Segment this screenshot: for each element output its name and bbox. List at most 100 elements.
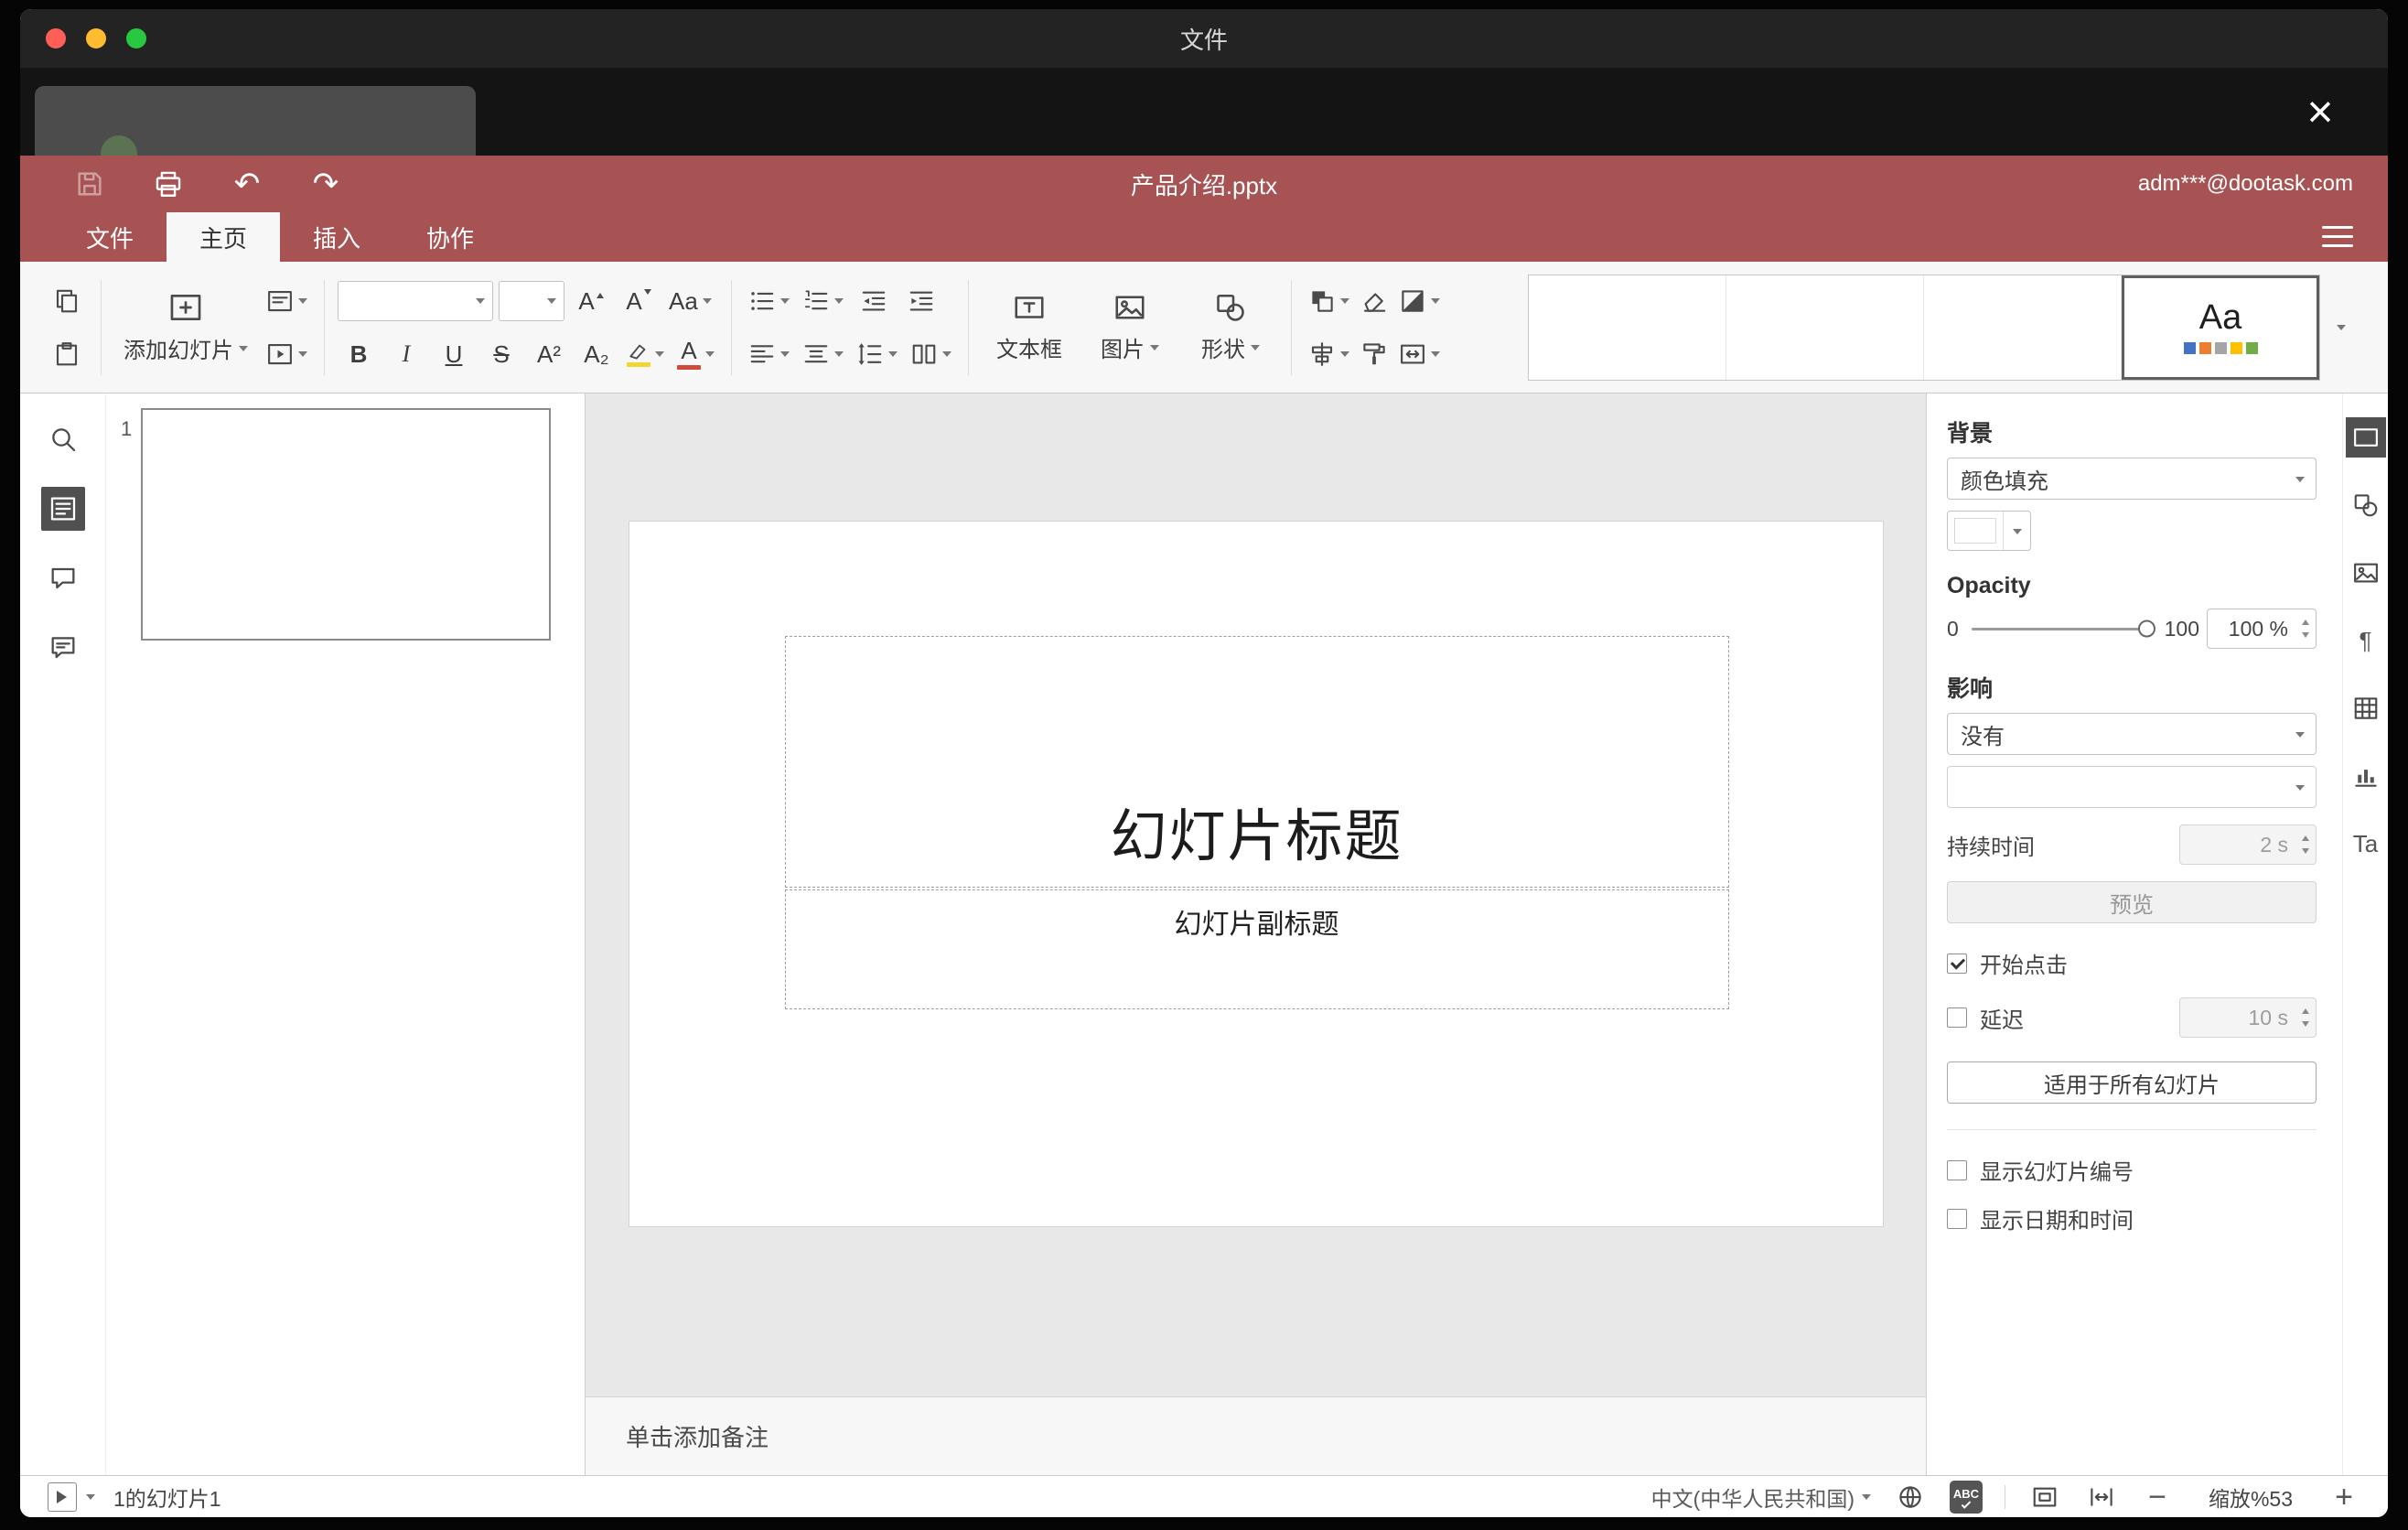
slide-thumbnail[interactable] [141,408,551,641]
increase-font-button[interactable]: A [570,280,612,322]
font-size-combo[interactable] [499,280,564,321]
columns-button[interactable] [907,333,955,375]
delay-checkbox[interactable] [1947,1007,1967,1028]
title-placeholder[interactable]: 幻灯片标题 [784,636,1729,888]
language-selector[interactable]: 中文(中华人民共和国) [1651,1482,1871,1513]
transition-variant-select[interactable] [1947,766,2317,808]
italic-button[interactable]: I [385,333,427,375]
search-button[interactable] [41,417,85,461]
insert-shape-button[interactable]: 形状 [1183,276,1278,379]
start-on-click-checkbox[interactable] [1947,953,1967,974]
window-close-button[interactable] [46,28,66,48]
start-slideshow-status-button[interactable] [48,1482,77,1512]
tab-collaboration[interactable]: 协作 [393,212,507,262]
theme-gallery-expand-button[interactable] [2320,275,2362,381]
underline-button[interactable]: U [433,333,475,375]
increase-indent-button[interactable] [900,280,942,322]
theme-option-selected[interactable]: Aa [2122,275,2319,380]
text-box-button[interactable]: 文本框 [982,276,1077,379]
change-case-button[interactable]: Aa [665,280,715,322]
fit-to-width-button[interactable] [2084,1480,2119,1514]
theme-option-1[interactable] [1529,275,1726,380]
line-spacing-button[interactable] [853,333,901,375]
delay-input[interactable]: 10 s [2179,997,2317,1038]
fill-color-button[interactable] [1395,280,1444,322]
slide-layout-button[interactable] [263,280,311,322]
align-shapes-button[interactable] [1305,333,1353,375]
start-slideshow-button[interactable] [263,333,311,375]
spinner-arrows[interactable] [2302,616,2309,641]
slide[interactable]: 幻灯片标题 幻灯片副标题 [629,522,1883,1226]
comments-button[interactable] [41,556,85,600]
bold-button[interactable]: B [338,333,380,375]
close-button[interactable]: × [2296,88,2344,135]
copy-style-button[interactable] [1353,333,1395,375]
vertical-align-button[interactable] [799,333,847,375]
notes-area[interactable]: 单击添加备注 [586,1396,1926,1475]
color-picker-expand[interactable] [2003,512,2030,550]
spinner-arrows[interactable] [2302,1005,2309,1030]
add-slide-button[interactable]: 添加幻灯片 [114,276,257,379]
slides-panel-button[interactable] [40,487,85,531]
bullets-button[interactable] [745,280,793,322]
shape-settings-button[interactable] [2346,485,2386,525]
print-button[interactable] [150,166,187,202]
theme-option-3[interactable] [1924,275,2122,380]
superscript-button[interactable]: A² [528,333,570,375]
chat-button[interactable] [41,626,85,670]
font-name-combo[interactable] [338,280,493,321]
slide-canvas[interactable]: 幻灯片标题 幻灯片副标题 [586,393,1926,1396]
redo-button[interactable]: ↷ [307,166,344,202]
table-settings-button[interactable] [2346,688,2386,728]
show-slide-number-checkbox[interactable] [1947,1159,1967,1180]
highlight-color-button[interactable] [623,333,668,375]
slide-settings-button[interactable] [2345,417,2386,458]
opacity-slider[interactable] [1971,620,2155,638]
paragraph-settings-button[interactable]: ¶ [2346,620,2386,661]
zoom-in-button[interactable]: + [2327,1482,2360,1513]
undo-button[interactable]: ↶ [229,166,265,202]
horizontal-align-button[interactable] [745,333,793,375]
image-settings-button[interactable] [2346,553,2386,593]
background-color-picker[interactable] [1947,511,2031,551]
subscript-button[interactable]: A₂ [575,333,618,375]
decrease-indent-button[interactable] [853,280,895,322]
opacity-slider-knob[interactable] [2137,620,2155,638]
numbering-button[interactable] [799,280,847,322]
opacity-input[interactable]: 100 % [2207,609,2317,649]
window-zoom-button[interactable] [126,28,146,48]
paste-button[interactable] [46,333,88,375]
subtitle-placeholder[interactable]: 幻灯片副标题 [784,889,1729,1009]
chart-settings-button[interactable] [2346,756,2386,796]
show-date-time-checkbox[interactable] [1947,1208,1967,1229]
spin-up-icon[interactable] [2302,616,2309,625]
tab-home[interactable]: 主页 [167,212,281,262]
preview-button[interactable]: 预览 [1947,881,2317,923]
apply-to-all-slides-button[interactable]: 适用于所有幻灯片 [1947,1061,2317,1104]
insert-image-button[interactable]: 图片 [1082,276,1177,379]
spin-down-icon[interactable] [2302,632,2309,641]
tab-insert[interactable]: 插入 [280,212,393,262]
transition-effect-select[interactable]: 没有 [1947,713,2317,755]
clear-style-button[interactable] [1353,280,1395,322]
chevron-down-icon[interactable] [86,1494,95,1504]
theme-option-2[interactable] [1726,275,1924,380]
zoom-out-button[interactable]: − [2141,1482,2174,1513]
spinner-arrows[interactable] [2302,832,2309,857]
strikethrough-button[interactable]: S [480,333,522,375]
fit-to-slide-button[interactable] [2027,1480,2062,1514]
spellcheck-button[interactable]: ABC [1950,1480,1983,1514]
arrange-shapes-button[interactable] [1305,280,1353,322]
slide-size-button[interactable] [1395,333,1444,375]
document-language-button[interactable] [1893,1480,1928,1514]
decrease-font-button[interactable]: A [618,280,660,322]
window-minimize-button[interactable] [86,28,106,48]
copy-button[interactable] [46,280,88,322]
background-fill-select[interactable]: 颜色填充 [1947,458,2317,500]
duration-input[interactable]: 2 s [2179,824,2317,865]
text-art-settings-button[interactable]: Ta [2346,824,2386,864]
tab-file[interactable]: 文件 [53,212,167,262]
save-button[interactable] [71,166,108,202]
font-color-button[interactable]: A [673,333,718,375]
menu-button[interactable] [2322,226,2353,247]
